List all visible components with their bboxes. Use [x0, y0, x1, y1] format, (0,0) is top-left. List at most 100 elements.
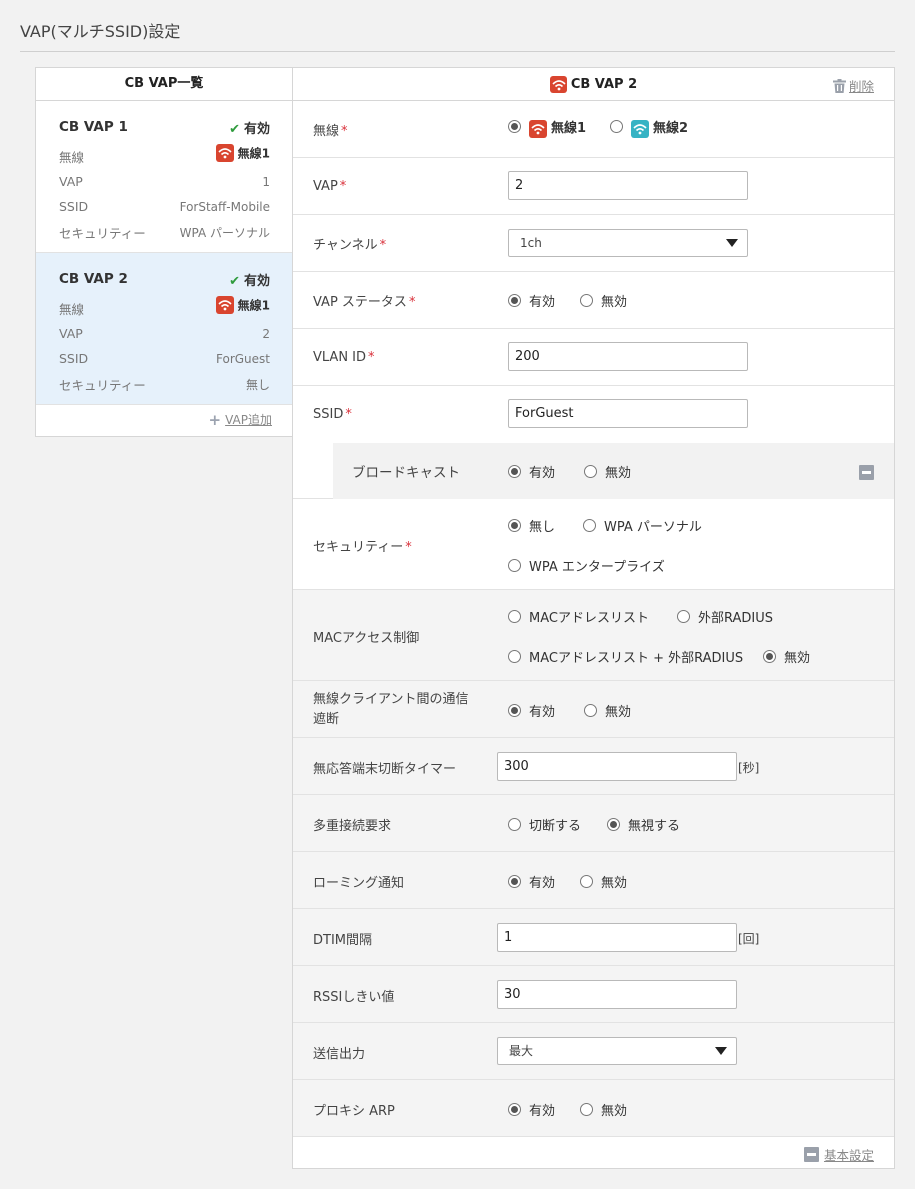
isolation-enabled[interactable]: 有効 — [508, 701, 555, 720]
option-label: 有効 — [529, 466, 556, 481]
vap-input[interactable]: 2 — [508, 171, 748, 200]
required-mark: * — [405, 540, 412, 555]
ssid-input[interactable]: ForGuest — [508, 399, 748, 428]
radio-button[interactable] — [607, 818, 620, 831]
field-value-security: 無し — [245, 378, 270, 392]
proxy-arp-disabled[interactable]: 無効 — [580, 1100, 627, 1119]
security-wpa-enterprise[interactable]: WPA エンタープライズ — [508, 556, 665, 575]
radio-button[interactable] — [508, 875, 521, 888]
radio-button[interactable] — [584, 704, 597, 717]
radio-button[interactable] — [580, 294, 593, 307]
radio-button[interactable] — [508, 818, 521, 831]
required-mark: * — [345, 407, 352, 422]
option-label: WPA パーソナル — [604, 520, 702, 535]
roaming-disabled[interactable]: 無効 — [580, 872, 627, 891]
field-value-ssid: ForGuest — [216, 352, 270, 366]
wifi-icon — [549, 76, 567, 93]
vap-status-disabled[interactable]: 無効 — [580, 291, 627, 310]
rssi-input[interactable]: 30 — [497, 980, 737, 1009]
radio-button[interactable] — [580, 875, 593, 888]
radio-option-label: 無線2 — [653, 121, 689, 136]
tx-power-label: 送信出力 — [313, 1047, 366, 1062]
radio-button[interactable] — [508, 650, 521, 663]
radio-button[interactable] — [508, 519, 521, 532]
vlan-id-label: VLAN ID * — [313, 350, 375, 365]
channel-label: チャンネル * — [313, 234, 386, 253]
ssid-label-text: SSID — [313, 407, 344, 422]
radio-button[interactable] — [583, 519, 596, 532]
add-vap-button[interactable]: + VAP追加 — [209, 411, 272, 429]
vap-status-enabled[interactable]: 有効 — [508, 291, 555, 310]
vlan-id-input[interactable]: 200 — [508, 342, 748, 371]
multi-conn-ignore[interactable]: 無視する — [607, 815, 680, 834]
vap-row: VAP * 2 — [293, 158, 894, 215]
delete-button[interactable]: 削除 — [832, 76, 874, 96]
tx-power-row: 送信出力 最大 — [293, 1023, 894, 1080]
isolation-disabled[interactable]: 無効 — [584, 701, 631, 720]
mac-list-and-radius[interactable]: MACアドレスリスト + 外部RADIUS — [508, 647, 743, 666]
radio-button[interactable] — [508, 120, 521, 133]
channel-label-text: チャンネル — [313, 238, 378, 253]
client-isolation-row: 無線クライアント間の通信 遮断 有効 無効 — [293, 681, 894, 738]
radio-button[interactable] — [508, 1103, 521, 1116]
option-label: 外部RADIUS — [698, 611, 774, 626]
basic-settings-toggle[interactable]: 基本設定 — [803, 1145, 874, 1164]
roaming-enabled[interactable]: 有効 — [508, 872, 555, 891]
basic-settings-label: 基本設定 — [823, 1148, 874, 1163]
field-label-security: セキュリティー — [59, 226, 146, 241]
radio-button[interactable] — [677, 610, 690, 623]
broadcast-disabled[interactable]: 無効 — [584, 462, 631, 481]
mac-external-radius[interactable]: 外部RADIUS — [677, 607, 773, 626]
required-mark: * — [379, 238, 387, 253]
radio-name: 無線1 — [237, 298, 270, 313]
detail-header: CB VAP 2 削除 — [293, 68, 894, 101]
radio-button[interactable] — [508, 465, 521, 478]
field-label-vap: VAP — [59, 326, 83, 341]
option-label: 無効 — [601, 1104, 628, 1119]
channel-select[interactable]: 1ch — [508, 229, 748, 257]
dtim-input[interactable]: 1 — [497, 923, 737, 952]
multi-connection-row: 多重接続要求 切断する 無視する — [293, 795, 894, 852]
radio-label: 無線 * — [313, 120, 348, 139]
delete-label: 削除 — [848, 79, 874, 94]
radio-button[interactable] — [763, 650, 776, 663]
ssid-row: SSID * ForGuest ブロードキャスト 有効 無効 — [293, 386, 894, 499]
broadcast-enabled[interactable]: 有効 — [508, 462, 555, 481]
security-none[interactable]: 無し — [508, 516, 555, 535]
collapse-icon[interactable] — [859, 465, 874, 480]
check-icon: ✔ — [229, 274, 240, 289]
vap-name: CB VAP 2 — [59, 271, 128, 287]
radio-button[interactable] — [584, 465, 597, 478]
radio-button[interactable] — [508, 610, 521, 623]
label-line-1: 無線クライアント間の通信 — [313, 692, 469, 707]
collapse-icon — [803, 1147, 819, 1162]
radio-option-label: 無線1 — [551, 121, 587, 136]
vap-status-text: 有効 — [243, 122, 270, 137]
wifi-icon — [631, 119, 649, 138]
radio-button[interactable] — [610, 120, 623, 133]
security-wpa-personal[interactable]: WPA パーソナル — [583, 516, 702, 535]
vap-list-item-1[interactable]: CB VAP 1 ✔ 有効 無線 無線1 VAP 1 SSID ForStaff-… — [36, 101, 292, 253]
idle-timer-input[interactable]: 300 — [497, 752, 737, 781]
mac-address-list[interactable]: MACアドレスリスト — [508, 607, 649, 626]
multi-conn-disconnect[interactable]: 切断する — [508, 815, 581, 834]
vap-list-item-2[interactable]: CB VAP 2 ✔ 有効 無線 無線1 VAP 2 SSID ForGuest … — [36, 253, 292, 405]
radio-button[interactable] — [508, 559, 521, 572]
radio-option-1[interactable]: 無線1 — [508, 117, 586, 138]
vlan-id-row: VLAN ID * 200 — [293, 329, 894, 386]
mac-disabled[interactable]: 無効 — [763, 647, 810, 666]
radio-button[interactable] — [580, 1103, 593, 1116]
proxy-arp-label: プロキシ ARP — [313, 1104, 395, 1119]
idle-timer-unit: [秒] — [738, 761, 760, 775]
multi-connection-label: 多重接続要求 — [313, 819, 392, 834]
radio-option-2[interactable]: 無線2 — [610, 117, 688, 138]
proxy-arp-enabled[interactable]: 有効 — [508, 1100, 555, 1119]
vap-list-header: CB VAP一覧 — [36, 68, 292, 101]
tx-power-select[interactable]: 最大 — [497, 1037, 737, 1065]
vap-name: CB VAP 1 — [59, 119, 128, 135]
required-mark: * — [339, 179, 347, 194]
field-label-security: セキュリティー — [59, 378, 146, 393]
radio-button[interactable] — [508, 294, 521, 307]
radio-button[interactable] — [508, 704, 521, 717]
radio-row: 無線 * 無線1 無線2 — [293, 101, 894, 158]
